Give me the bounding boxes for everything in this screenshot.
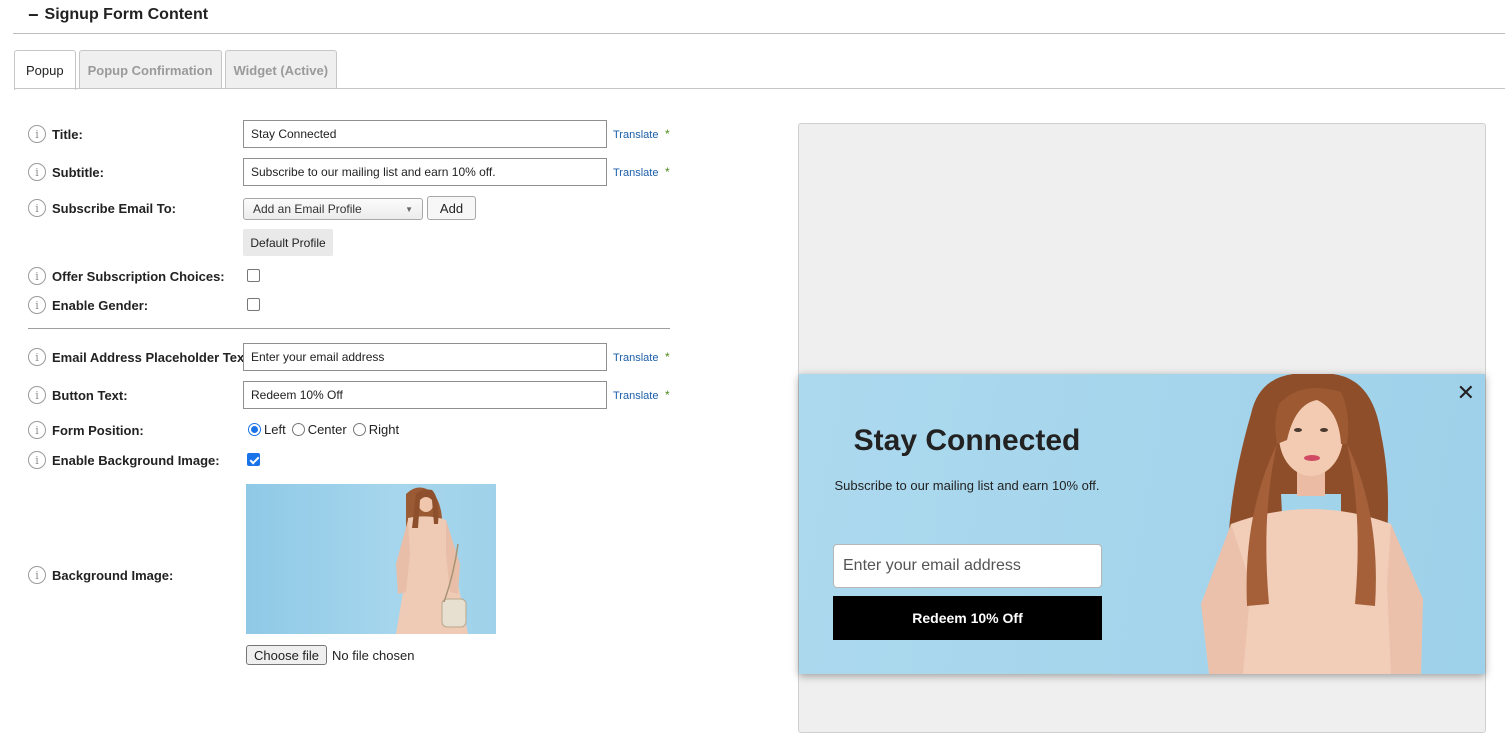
button-text-label: Button Text:	[52, 388, 128, 403]
enable-gender-checkbox[interactable]	[247, 298, 260, 311]
background-image-thumbnail	[246, 484, 496, 634]
info-icon[interactable]: i	[28, 296, 46, 314]
popup-title: Stay Connected	[853, 424, 1081, 457]
bg-image-label: Background Image:	[52, 568, 174, 583]
form-divider	[28, 328, 670, 329]
required-mark: *	[665, 165, 670, 179]
title-label: Title:	[52, 127, 83, 142]
section-title: Signup Form Content	[44, 6, 209, 23]
chevron-down-icon: ▼	[405, 204, 413, 214]
tab-bar: Popup Popup Confirmation Widget (Active)	[14, 50, 338, 90]
tab-popup-confirmation[interactable]: Popup Confirmation	[78, 50, 222, 89]
file-status-text: No file chosen	[332, 647, 415, 663]
form-position-label: Form Position:	[52, 423, 144, 438]
title-translate-link[interactable]: Translate	[613, 129, 658, 141]
email-placeholder-label: Email Address Placeholder Text:	[52, 350, 253, 365]
subscribe-label: Subscribe Email To:	[52, 201, 177, 216]
popup-preview: ✕ Stay Connected Subscribe to our mailin…	[799, 374, 1485, 674]
email-profile-select[interactable]: Add an Email Profile ▼	[243, 198, 423, 220]
model-photo	[1201, 374, 1423, 674]
info-icon[interactable]: i	[28, 348, 46, 366]
choose-file-button[interactable]: Choose file	[246, 645, 328, 665]
offer-choices-checkbox[interactable]	[247, 269, 260, 282]
position-left-label[interactable]: Left	[264, 422, 286, 437]
title-input[interactable]	[243, 120, 607, 148]
tabs-divider	[14, 88, 1505, 89]
position-right-label[interactable]: Right	[369, 422, 399, 437]
subtitle-input[interactable]	[243, 158, 607, 186]
button-text-input[interactable]	[243, 381, 607, 409]
required-mark: *	[665, 127, 670, 141]
info-icon[interactable]: i	[28, 267, 46, 285]
subtitle-label: Subtitle:	[52, 165, 104, 180]
tab-widget[interactable]: Widget (Active)	[224, 50, 338, 89]
minus-icon[interactable]: −	[28, 6, 39, 24]
email-placeholder-input[interactable]	[243, 343, 607, 371]
file-upload-row: Choose file No file chosen	[246, 645, 414, 665]
info-icon[interactable]: i	[28, 199, 46, 217]
info-icon[interactable]: i	[28, 163, 46, 181]
info-icon[interactable]: i	[28, 451, 46, 469]
info-icon[interactable]: i	[28, 125, 46, 143]
enable-bg-label: Enable Background Image:	[52, 453, 220, 468]
popup-email-input[interactable]	[833, 544, 1102, 588]
info-icon[interactable]: i	[28, 566, 46, 584]
position-center-radio[interactable]	[291, 423, 305, 436]
tab-popup[interactable]: Popup	[14, 50, 76, 90]
position-left-radio[interactable]	[248, 423, 261, 436]
model-photo	[396, 487, 468, 634]
position-center-label[interactable]: Center	[308, 422, 347, 437]
popup-redeem-button[interactable]: Redeem 10% Off	[833, 596, 1102, 640]
subtitle-translate-link[interactable]: Translate	[613, 167, 658, 179]
position-right-radio[interactable]	[352, 423, 366, 436]
required-mark: *	[665, 388, 670, 402]
section-header[interactable]: − Signup Form Content	[28, 6, 208, 24]
email-profile-select-value: Add an Email Profile	[253, 202, 362, 216]
header-divider	[13, 33, 1505, 34]
form-position-radio-group: Left Center Right	[248, 422, 405, 437]
add-profile-button[interactable]: Add	[427, 196, 476, 220]
info-icon[interactable]: i	[28, 386, 46, 404]
enable-bg-checkbox[interactable]	[247, 453, 260, 466]
offer-choices-label: Offer Subscription Choices:	[52, 269, 225, 284]
popup-subtitle: Subscribe to our mailing list and earn 1…	[834, 478, 1100, 493]
close-icon[interactable]: ✕	[1457, 380, 1475, 406]
enable-gender-label: Enable Gender:	[52, 298, 149, 313]
default-profile-tag[interactable]: Default Profile	[243, 229, 333, 256]
info-icon[interactable]: i	[28, 421, 46, 439]
email-placeholder-translate-link[interactable]: Translate	[613, 352, 658, 364]
required-mark: *	[665, 350, 670, 364]
button-text-translate-link[interactable]: Translate	[613, 390, 658, 402]
